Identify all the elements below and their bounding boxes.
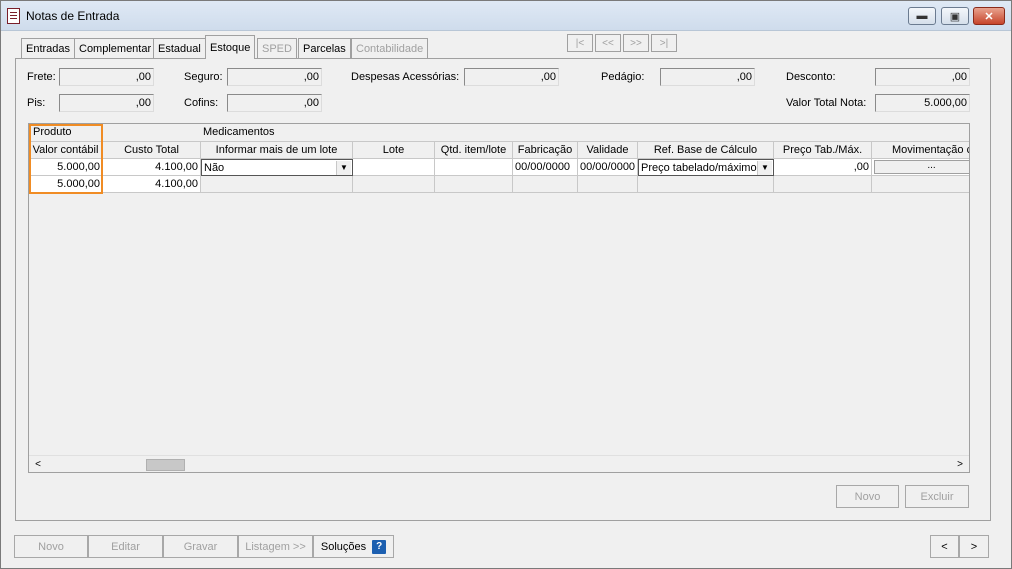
informar-lote-value: Não	[204, 162, 225, 174]
cell-custo-total[interactable]: 4.100,00	[103, 159, 201, 176]
estoque-grid: Produto Medicamentos Valor contábil Cust…	[28, 123, 970, 473]
previous-record-button[interactable]: <<	[595, 34, 621, 52]
cofins-label: Cofins:	[184, 97, 219, 109]
gravar-button[interactable]: Gravar	[163, 535, 238, 558]
first-record-button[interactable]: |<	[567, 34, 593, 52]
total-valor-contabil: 5.000,00	[29, 176, 103, 193]
seguro-field[interactable]: ,00	[227, 68, 322, 86]
seguro-label: Seguro:	[184, 71, 223, 83]
valor-total-nota-field[interactable]: 5.000,00	[875, 94, 970, 112]
tab-estadual[interactable]: Estadual	[153, 38, 206, 59]
ref-base-calculo-value: Preço tabelado/máximo	[641, 162, 757, 174]
desconto-label: Desconto:	[786, 71, 836, 83]
title-bar: Notas de Entrada ▬ ▣ ✕	[1, 1, 1011, 31]
next-button[interactable]: >	[959, 535, 989, 558]
pis-label: Pis:	[27, 97, 46, 109]
window-title: Notas de Entrada	[26, 9, 120, 23]
total-empty-cell	[774, 176, 872, 193]
tab-contabilidade: Contabilidade	[351, 38, 429, 59]
ref-base-calculo-dropdown[interactable]: Preço tabelado/máximo ▼	[638, 159, 774, 176]
dropdown-arrow-icon[interactable]: ▼	[757, 161, 772, 175]
tab-entradas[interactable]: Entradas	[21, 38, 76, 59]
frete-label: Frete:	[27, 71, 56, 83]
pis-field[interactable]: ,00	[59, 94, 154, 112]
total-empty-cell	[638, 176, 774, 193]
listagem-button[interactable]: Listagem >>	[238, 535, 313, 558]
column-header-validade[interactable]: Validade	[578, 142, 638, 159]
cell-valor-contabil[interactable]: 5.000,00	[29, 159, 103, 176]
column-header-preco-tab-max[interactable]: Preço Tab./Máx.	[774, 142, 872, 159]
grid-excluir-button[interactable]: Excluir	[905, 485, 969, 508]
frete-field[interactable]: ,00	[59, 68, 154, 86]
group-header-produto: Produto	[29, 124, 103, 142]
restore-button[interactable]: ▣	[941, 7, 969, 25]
last-record-button[interactable]: >|	[651, 34, 677, 52]
tab-sped: SPED	[257, 38, 297, 59]
informar-lote-dropdown[interactable]: Não ▼	[201, 159, 353, 176]
close-button[interactable]: ✕	[973, 7, 1005, 25]
grid-novo-button[interactable]: Novo	[836, 485, 899, 508]
scrollbar-thumb[interactable]	[146, 459, 185, 471]
valor-total-nota-label: Valor Total Nota:	[786, 97, 867, 109]
previous-button[interactable]: <	[930, 535, 959, 558]
cofins-field[interactable]: ,00	[227, 94, 322, 112]
total-empty-cell	[435, 176, 513, 193]
cell-fabricacao[interactable]: 00/00/0000	[513, 159, 578, 176]
cell-preco-tab-max[interactable]: ,00	[774, 159, 872, 176]
despesas-acessorias-label: Despesas Acessórias:	[351, 71, 460, 83]
total-custo-total: 4.100,00	[103, 176, 201, 193]
total-empty-cell	[201, 176, 353, 193]
total-empty-cell	[513, 176, 578, 193]
notas-de-entrada-window: Notas de Entrada ▬ ▣ ✕ Entradas Compleme…	[0, 0, 1012, 569]
tab-complementar[interactable]: Complementar	[74, 38, 157, 59]
pedagio-field[interactable]: ,00	[660, 68, 755, 86]
next-record-button[interactable]: >>	[623, 34, 649, 52]
solucoes-button[interactable]: Soluções ?	[313, 535, 394, 558]
cell-movimentacao: ...	[872, 159, 969, 176]
total-empty-cell	[353, 176, 435, 193]
scroll-left-arrow-icon[interactable]: <	[31, 458, 45, 471]
column-header-valor-contabil[interactable]: Valor contábil	[29, 142, 103, 159]
column-header-lote[interactable]: Lote	[353, 142, 435, 159]
column-header-ref-base-calculo[interactable]: Ref. Base de Cálculo	[638, 142, 774, 159]
novo-button[interactable]: Novo	[14, 535, 88, 558]
column-header-informar-lote[interactable]: Informar mais de um lote	[201, 142, 353, 159]
desconto-field[interactable]: ,00	[875, 68, 970, 86]
column-header-fabricacao[interactable]: Fabricação	[513, 142, 578, 159]
editar-button[interactable]: Editar	[88, 535, 163, 558]
group-header-medicamentos: Medicamentos	[103, 124, 969, 142]
document-icon	[7, 8, 20, 24]
help-icon: ?	[372, 539, 387, 554]
cell-validade[interactable]: 00/00/0000	[578, 159, 638, 176]
tab-estoque[interactable]: Estoque	[205, 35, 256, 59]
column-header-custo-total[interactable]: Custo Total	[103, 142, 201, 159]
cell-lote[interactable]	[353, 159, 435, 176]
horizontal-scrollbar[interactable]: < >	[29, 455, 969, 472]
minimize-button[interactable]: ▬	[908, 7, 936, 25]
total-empty-cell	[578, 176, 638, 193]
scroll-right-arrow-icon[interactable]: >	[953, 458, 967, 471]
dropdown-arrow-icon[interactable]: ▼	[336, 161, 351, 175]
movimentacao-ellipsis-button[interactable]: ...	[874, 160, 969, 174]
solucoes-label: Soluções	[320, 540, 367, 553]
pedagio-label: Pedágio:	[601, 71, 645, 83]
cell-qtd-item-lote[interactable]	[435, 159, 513, 176]
despesas-acessorias-field[interactable]: ,00	[464, 68, 559, 86]
column-header-qtd-item-lote[interactable]: Qtd. item/lote	[435, 142, 513, 159]
total-empty-cell	[872, 176, 969, 193]
tab-parcelas[interactable]: Parcelas	[298, 38, 351, 59]
column-header-movimentacao[interactable]: Movimentação c	[872, 142, 969, 159]
